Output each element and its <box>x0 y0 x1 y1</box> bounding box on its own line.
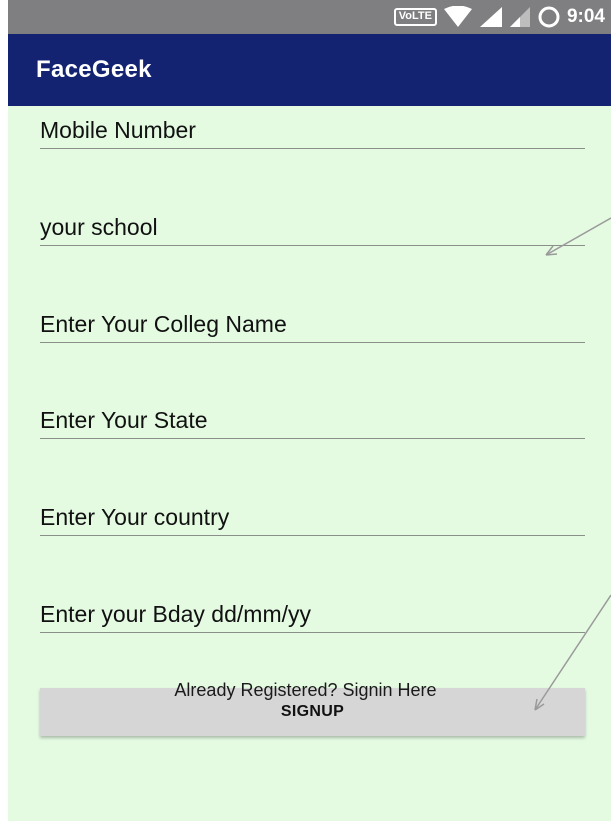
volte-badge: VoLTE <box>393 8 437 26</box>
school-hint: your school <box>40 214 158 240</box>
circle-icon <box>538 6 560 28</box>
birthday-hint: Enter your Bday dd/mm/yy <box>40 601 311 627</box>
app-bar: FaceGeek <box>8 34 611 106</box>
birthday-field[interactable]: Enter your Bday dd/mm/yy <box>40 596 585 633</box>
college-name-field[interactable]: Enter Your Colleg Name <box>40 306 585 343</box>
school-field[interactable]: your school <box>40 209 585 246</box>
app-title: FaceGeek <box>36 56 152 83</box>
mobile-number-field[interactable]: Mobile Number <box>40 112 585 149</box>
country-hint: Enter Your country <box>40 504 230 530</box>
status-time: 9:04 <box>566 6 605 27</box>
signin-link[interactable]: Already Registered? Signin Here <box>0 680 611 701</box>
signup-form: Mobile Number your school Enter Your Col… <box>8 106 611 821</box>
mobile-number-hint: Mobile Number <box>40 117 196 143</box>
signal-icon <box>479 7 502 27</box>
college-name-hint: Enter Your Colleg Name <box>40 311 287 337</box>
signal-icon <box>509 7 530 27</box>
country-field[interactable]: Enter Your country <box>40 499 585 536</box>
wifi-icon <box>443 6 472 27</box>
state-field[interactable]: Enter Your State <box>40 402 585 439</box>
state-hint: Enter Your State <box>40 407 208 433</box>
status-bar: VoLTE 9:04 <box>8 0 611 34</box>
status-icons: VoLTE 9:04 <box>393 0 605 34</box>
